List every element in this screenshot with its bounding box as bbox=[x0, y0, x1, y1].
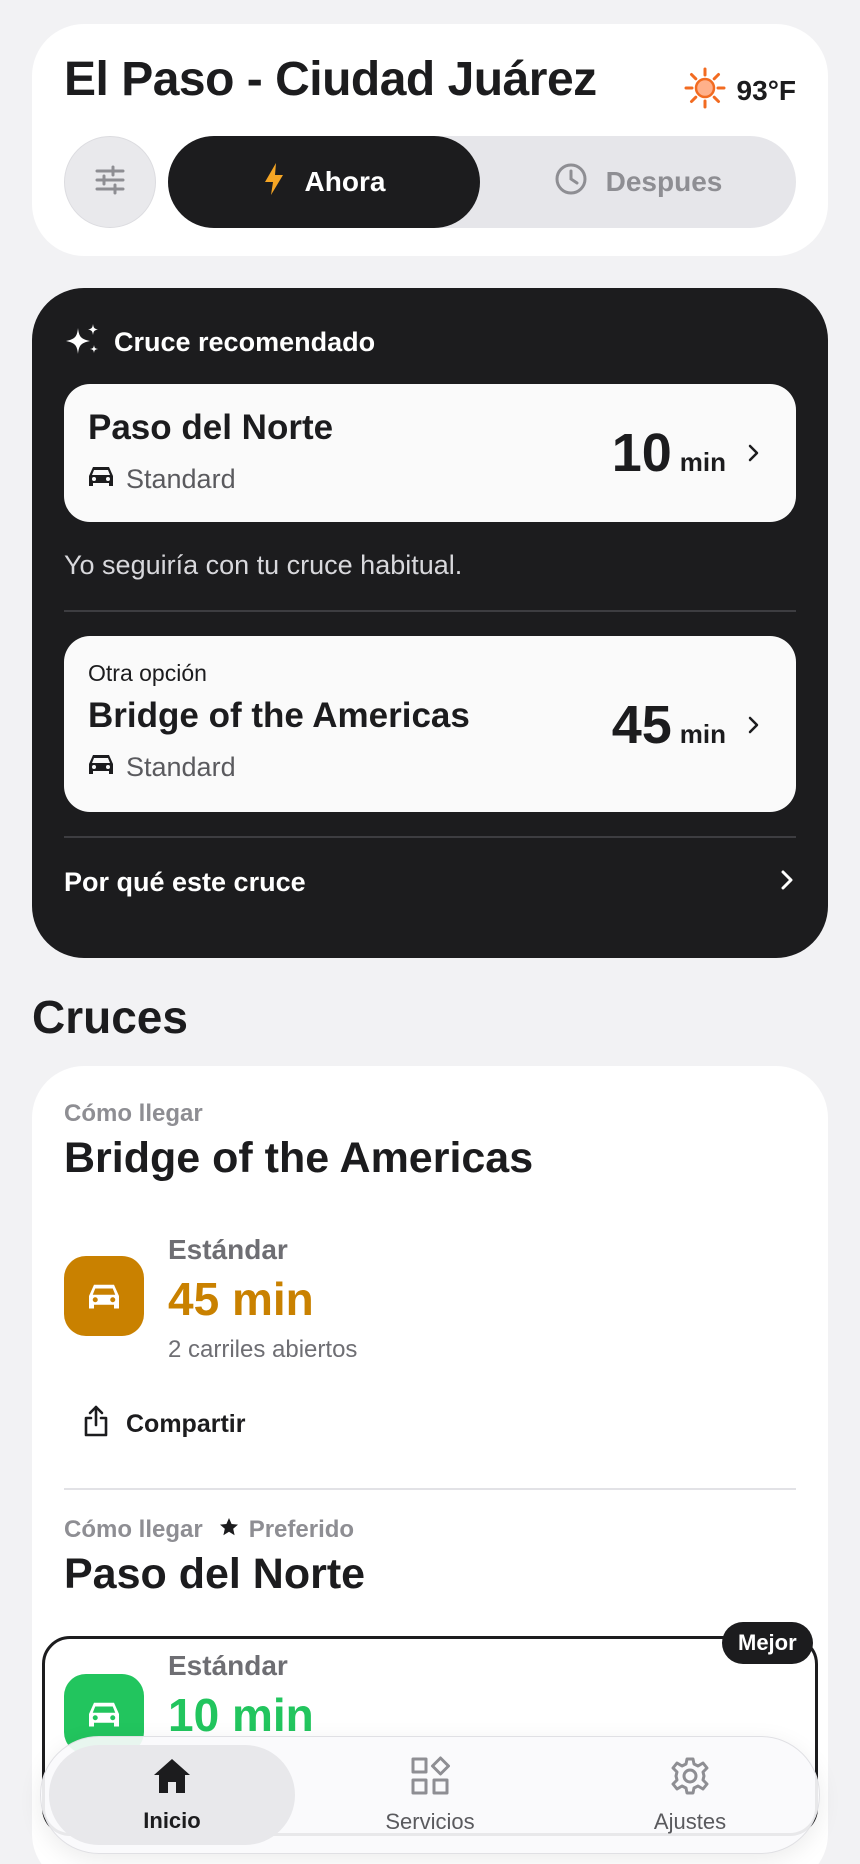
recommended-lane-type: Standard bbox=[88, 464, 236, 495]
directions-label[interactable]: Cómo llegar Preferido bbox=[64, 1516, 354, 1544]
recommended-wait-time: 10 min bbox=[612, 422, 726, 484]
city-title: El Paso - Ciudad Juárez bbox=[64, 53, 597, 106]
tab-home[interactable]: Inicio bbox=[49, 1745, 295, 1845]
tab-services[interactable]: Servicios bbox=[307, 1745, 553, 1845]
temperature: 93°F bbox=[736, 74, 796, 106]
tab-settings-label: Ajustes bbox=[653, 1808, 727, 1834]
recommended-lane-label: Standard bbox=[126, 464, 236, 494]
segment-later-label: Despues bbox=[605, 166, 723, 197]
time-segmented-control: Ahora Despues bbox=[168, 136, 796, 228]
segment-later[interactable]: Despues bbox=[480, 136, 796, 228]
tab-services-label: Servicios bbox=[385, 1808, 475, 1834]
alternative-crossing-name: Bridge of the Americas bbox=[88, 696, 470, 735]
recommendation-heading-label: Cruce recomendado bbox=[114, 327, 376, 357]
car-icon bbox=[64, 1256, 144, 1336]
star-icon bbox=[219, 1516, 239, 1544]
alternative-wait-unit: min bbox=[679, 719, 726, 749]
tab-settings[interactable]: Ajustes bbox=[567, 1745, 813, 1845]
sparkles-icon bbox=[64, 322, 102, 363]
alternative-lane-label: Standard bbox=[126, 752, 236, 782]
tab-bar: Inicio Servicios Ajustes bbox=[40, 1736, 820, 1854]
recommended-crossing-name: Paso del Norte bbox=[88, 408, 334, 447]
section-title: Cruces bbox=[32, 991, 188, 1043]
alternative-wait-time: 45 min bbox=[612, 694, 726, 756]
bolt-icon bbox=[263, 162, 285, 203]
share-label: Compartir bbox=[126, 1410, 246, 1438]
crossing-name: Bridge of the Americas bbox=[64, 1134, 534, 1182]
clock-icon bbox=[554, 162, 588, 203]
wait-time: 10 min bbox=[168, 1689, 314, 1741]
filter-button[interactable] bbox=[64, 136, 156, 228]
tab-home-label: Inicio bbox=[143, 1807, 201, 1833]
alternative-lane-type: Standard bbox=[88, 752, 236, 783]
chevron-right-icon bbox=[778, 867, 796, 898]
why-this-crossing-link[interactable]: Por qué este cruce bbox=[64, 860, 796, 904]
best-badge: Mejor bbox=[722, 1622, 813, 1664]
preferred-label: Preferido bbox=[248, 1516, 355, 1543]
recommendation-card: Cruce recomendado Paso del Norte Standar… bbox=[32, 288, 828, 958]
preferred-tag: Preferido bbox=[219, 1516, 354, 1544]
crossing-name: Paso del Norte bbox=[64, 1550, 366, 1598]
divider bbox=[64, 1488, 796, 1490]
wait-time: 45 min bbox=[168, 1273, 314, 1325]
why-this-crossing-label: Por qué este cruce bbox=[64, 866, 306, 897]
grid-icon bbox=[410, 1756, 450, 1801]
chevron-right-icon bbox=[746, 442, 762, 464]
segment-now[interactable]: Ahora bbox=[168, 136, 480, 228]
divider bbox=[64, 836, 796, 838]
chevron-right-icon bbox=[746, 714, 762, 736]
alternative-kicker: Otra opción bbox=[88, 660, 207, 686]
home-icon bbox=[152, 1757, 192, 1800]
sun-icon bbox=[683, 66, 727, 115]
gear-icon bbox=[670, 1756, 710, 1801]
segment-now-label: Ahora bbox=[304, 166, 386, 197]
recommended-wait-unit: min bbox=[679, 447, 726, 477]
directions-label[interactable]: Cómo llegar bbox=[64, 1100, 203, 1128]
recommended-crossing-card[interactable]: Paso del Norte Standard 10 min bbox=[64, 384, 796, 522]
recommended-wait-number: 10 bbox=[611, 423, 672, 483]
share-button[interactable]: Compartir bbox=[82, 1404, 245, 1445]
car-icon bbox=[88, 464, 114, 495]
recommendation-note: Yo seguiría con tu cruce habitual. bbox=[64, 550, 463, 580]
sliders-icon bbox=[93, 163, 127, 202]
alternative-crossing-card[interactable]: Otra opción Bridge of the Americas Stand… bbox=[64, 636, 796, 812]
directions-label-text: Cómo llegar bbox=[64, 1516, 203, 1543]
weather-widget[interactable]: 93°F bbox=[683, 66, 796, 115]
divider bbox=[64, 610, 796, 612]
car-icon bbox=[88, 752, 114, 783]
lanes-open: 2 carriles abiertos bbox=[168, 1336, 358, 1363]
share-icon bbox=[82, 1404, 110, 1445]
directions-label-text: Cómo llegar bbox=[64, 1100, 203, 1127]
lane-type: Estándar bbox=[168, 1650, 288, 1681]
lane-type: Estándar bbox=[168, 1234, 288, 1265]
recommendation-heading: Cruce recomendado bbox=[64, 322, 375, 363]
header-card: El Paso - Ciudad Juárez 93°F Ahora Despu… bbox=[32, 24, 828, 256]
alternative-wait-number: 45 bbox=[611, 695, 672, 755]
